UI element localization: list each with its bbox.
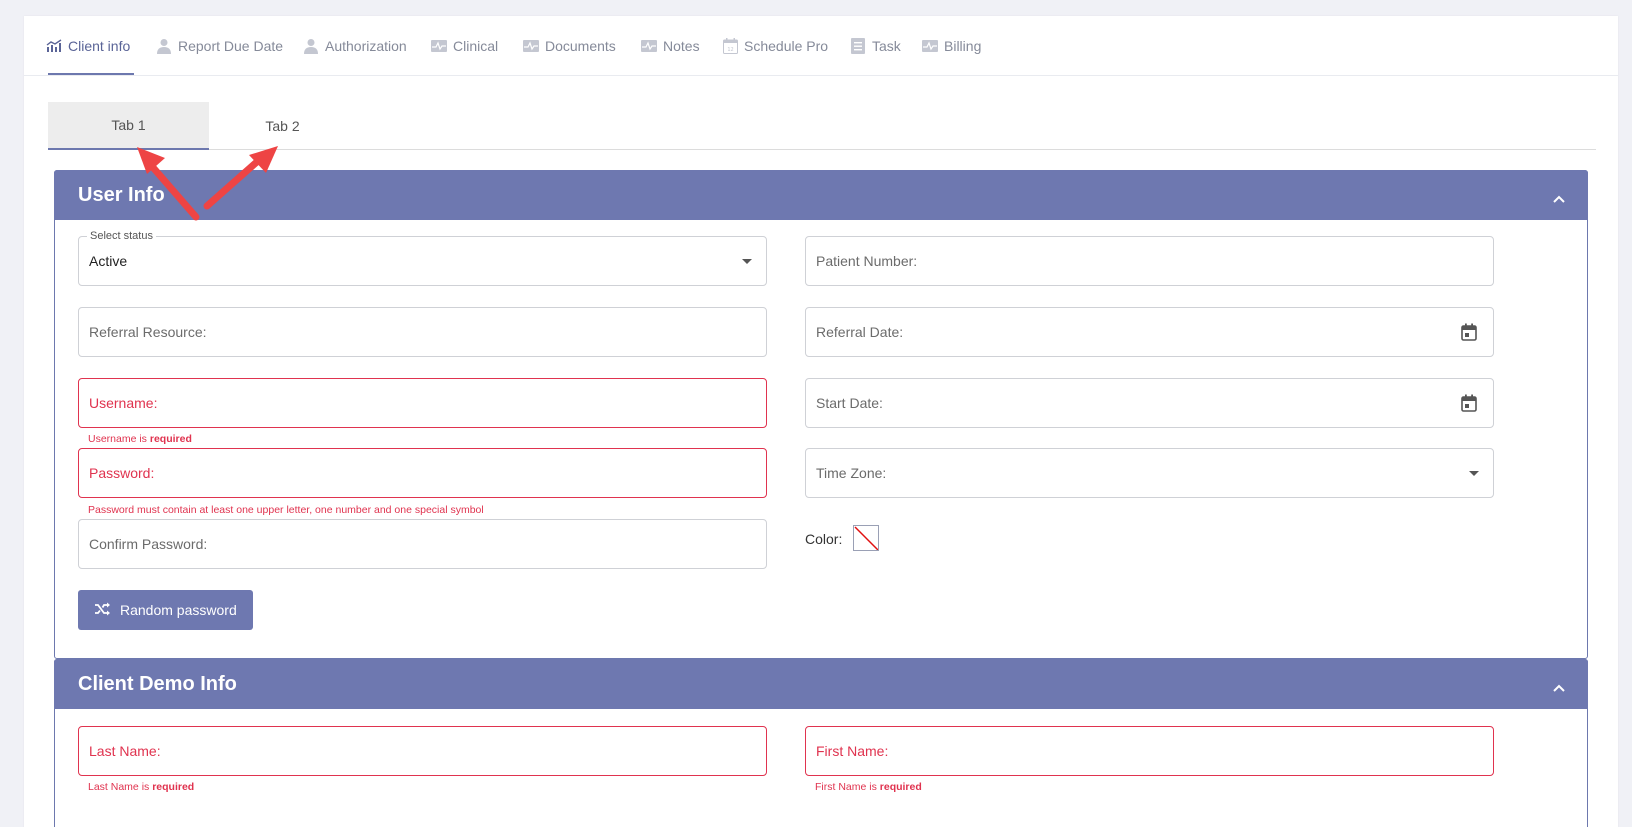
user-icon	[156, 38, 172, 54]
time-zone-placeholder: Time Zone:	[816, 465, 887, 481]
nav-client-info[interactable]: Client info	[46, 34, 130, 58]
nav-label: Client info	[68, 38, 131, 54]
nav-label: Schedule Pro	[744, 38, 829, 54]
tab-2[interactable]: Tab 2	[202, 102, 363, 150]
color-label: Color:	[805, 531, 843, 547]
confirm-password-placeholder: Confirm Password:	[89, 536, 208, 552]
pulse-icon	[523, 38, 539, 54]
user-info-header[interactable]: User Info	[54, 170, 1588, 220]
nav-label: Task	[872, 38, 901, 54]
chevron-down-icon	[1469, 471, 1479, 476]
referral-resource-field[interactable]: Referral Resource:	[78, 307, 767, 357]
shuffle-icon	[94, 602, 110, 619]
user-info-panel: User Info Select status Active Referral …	[54, 170, 1588, 659]
random-password-label: Random password	[120, 602, 237, 618]
patient-number-field[interactable]: Patient Number:	[805, 236, 1494, 286]
username-placeholder: Username:	[89, 395, 158, 411]
user-info-title: User Info	[78, 183, 165, 206]
nav-label: Authorization	[325, 38, 407, 54]
chevron-up-icon[interactable]	[1552, 676, 1566, 699]
nav-label: Billing	[944, 38, 982, 54]
nav-documents[interactable]: Documents	[523, 34, 616, 58]
nav-active-underline	[48, 73, 134, 75]
client-demo-header[interactable]: Client Demo Info	[54, 659, 1588, 709]
calendar-icon[interactable]	[1461, 323, 1477, 344]
pulse-icon	[922, 38, 938, 54]
password-error: Password must contain at least one upper…	[88, 504, 484, 516]
color-picker[interactable]	[853, 525, 879, 551]
referral-date-placeholder: Referral Date:	[816, 324, 904, 340]
pulse-icon	[641, 38, 657, 54]
main-card: Client info Report Due Date Authorizatio…	[24, 16, 1618, 827]
client-demo-panel: Client Demo Info Last Name: Last Name is…	[54, 659, 1588, 827]
random-password-button[interactable]: Random password	[78, 590, 253, 630]
nav-label: Clinical	[453, 38, 499, 54]
nav-billing[interactable]: Billing	[922, 34, 981, 58]
patient-number-placeholder: Patient Number:	[816, 253, 918, 269]
password-field[interactable]: Password:	[78, 448, 767, 498]
nav-authorization[interactable]: Authorization	[303, 34, 407, 58]
calendar-icon[interactable]	[1461, 394, 1477, 415]
status-select[interactable]: Select status Active	[78, 230, 767, 286]
nav-label: Report Due Date	[178, 38, 284, 54]
referral-date-field[interactable]: Referral Date:	[805, 307, 1494, 357]
status-value: Active	[89, 253, 128, 269]
username-field[interactable]: Username:	[78, 378, 767, 428]
username-error: Username is required	[88, 433, 192, 445]
chevron-down-icon	[742, 259, 752, 264]
start-date-field[interactable]: Start Date:	[805, 378, 1494, 428]
nav-schedule-pro[interactable]: 12 Schedule Pro	[722, 34, 828, 58]
nav-label: Notes	[663, 38, 700, 54]
last-name-placeholder: Last Name:	[89, 743, 161, 759]
nav-report-due-date[interactable]: Report Due Date	[156, 34, 283, 58]
pulse-icon	[431, 38, 447, 54]
svg-text:12: 12	[727, 47, 733, 53]
first-name-error: First Name is required	[815, 781, 922, 793]
nav-task[interactable]: Task	[850, 34, 901, 58]
chevron-up-icon[interactable]	[1552, 187, 1566, 210]
time-zone-select[interactable]: Time Zone:	[805, 448, 1494, 498]
password-placeholder: Password:	[89, 465, 155, 481]
nav-clinical[interactable]: Clinical	[431, 34, 498, 58]
user-icon	[303, 38, 319, 54]
last-name-field[interactable]: Last Name:	[78, 726, 767, 776]
subtabs: Tab 1 Tab 2	[48, 102, 1596, 150]
top-nav: Client info Report Due Date Authorizatio…	[24, 16, 1618, 76]
last-name-error: Last Name is required	[88, 781, 195, 793]
client-demo-title: Client Demo Info	[78, 672, 237, 695]
chart-icon	[46, 38, 62, 54]
calendar-icon: 12	[722, 38, 738, 54]
confirm-password-field[interactable]: Confirm Password:	[78, 519, 767, 569]
start-date-placeholder: Start Date:	[816, 395, 883, 411]
nav-notes[interactable]: Notes	[641, 34, 700, 58]
nav-label: Documents	[545, 38, 616, 54]
first-name-field[interactable]: First Name:	[805, 726, 1494, 776]
status-label: Select status	[87, 230, 156, 242]
first-name-placeholder: First Name:	[816, 743, 889, 759]
list-icon	[850, 38, 866, 54]
referral-resource-placeholder: Referral Resource:	[89, 324, 207, 340]
tab-1[interactable]: Tab 1	[48, 102, 209, 150]
